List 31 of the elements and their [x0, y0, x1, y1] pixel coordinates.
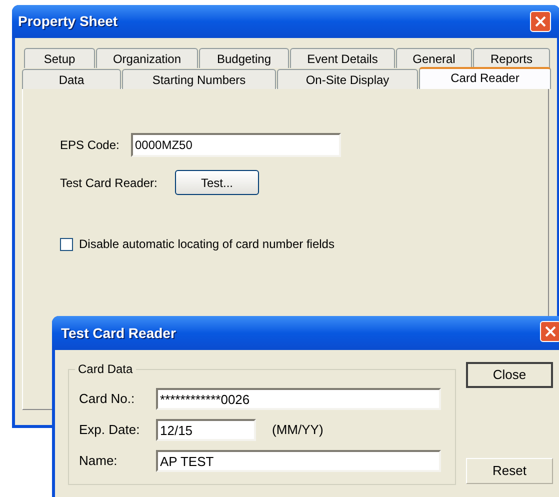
dialog-button[interactable]: Reset — [466, 458, 553, 484]
tab[interactable]: Card Reader — [419, 67, 551, 89]
tab[interactable]: Budgeting — [199, 48, 289, 68]
close-icon — [545, 326, 556, 337]
field-label: Exp. Date: — [79, 421, 141, 440]
tab[interactable]: Setup — [24, 48, 95, 68]
tab[interactable]: General — [396, 48, 472, 68]
test-button[interactable]: Test... — [175, 170, 259, 195]
tab[interactable]: Reports — [473, 48, 550, 68]
tab[interactable]: Event Details — [290, 48, 395, 68]
tab[interactable]: Organization — [96, 48, 198, 68]
eps-code-field[interactable]: 0000MZ50 — [131, 133, 341, 157]
input-field[interactable]: 12/15 — [156, 419, 256, 441]
close-button[interactable] — [530, 11, 551, 32]
field-label: Name: — [79, 452, 118, 470]
checkbox[interactable] — [60, 238, 73, 250]
tab[interactable]: Starting Numbers — [122, 69, 276, 89]
field-label: EPS Code: — [60, 137, 120, 154]
field-label: Card No.: — [79, 390, 136, 408]
dialog-title: Test Card Reader — [61, 324, 176, 342]
close-button[interactable] — [540, 321, 559, 342]
close-icon — [535, 16, 546, 27]
format-hint: (MM/YY) — [272, 421, 324, 440]
dialog-button[interactable]: Close — [466, 362, 553, 388]
input-field[interactable]: ************0026 — [156, 388, 441, 410]
window-title: Property Sheet — [18, 12, 118, 31]
tab[interactable]: Data — [22, 69, 121, 89]
checkbox-label: Disable automatic locating of card number fields — [79, 236, 334, 253]
tab[interactable]: On-Site Display — [277, 69, 418, 89]
input-field[interactable]: AP TEST — [156, 450, 441, 472]
field-label: Test Card Reader: — [60, 174, 158, 192]
